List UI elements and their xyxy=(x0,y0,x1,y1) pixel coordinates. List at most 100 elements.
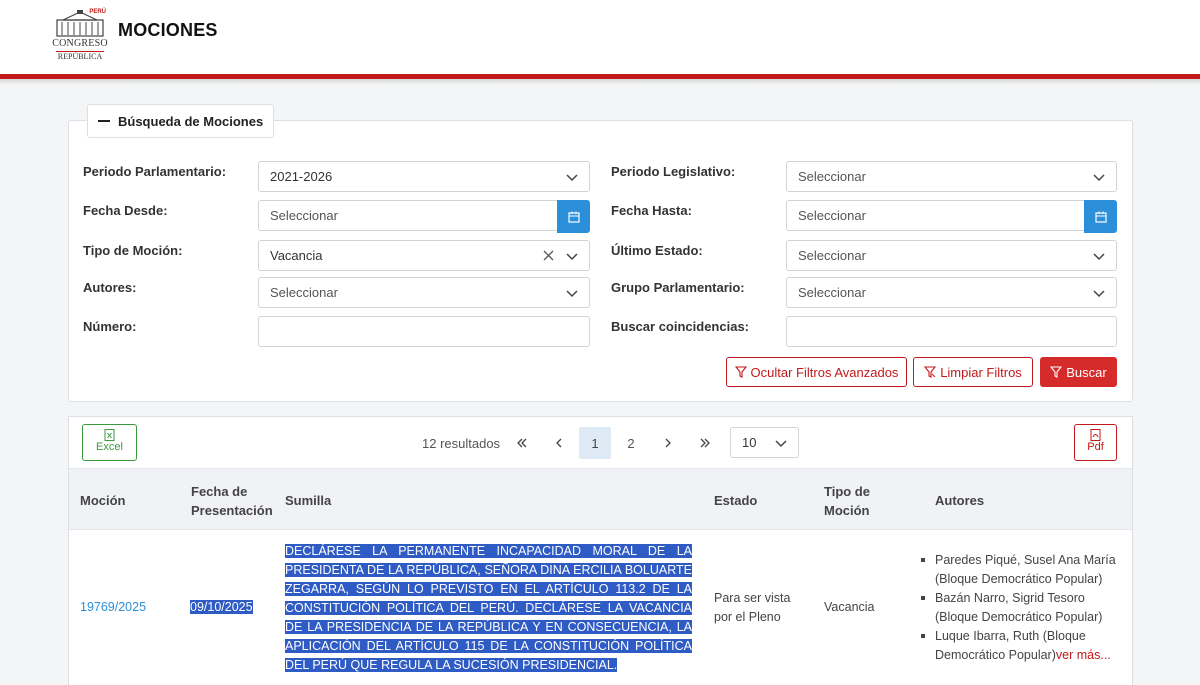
tipo-mocion-select[interactable]: Vacancia xyxy=(258,240,590,271)
fecha-hasta-calendar-button[interactable] xyxy=(1084,200,1117,233)
periodo-parlamentario-label: Periodo Parlamentario: xyxy=(83,164,227,179)
sumilla-value: DECLÁRESE LA PERMANENTE INCAPACIDAD MORA… xyxy=(285,544,692,672)
ocultar-filtros-label: Ocultar Filtros Avanzados xyxy=(750,364,899,380)
logo-congreso-text: CONGRESO xyxy=(52,38,108,49)
pdf-export-button[interactable]: Pdf xyxy=(1074,424,1117,461)
periodo-legislativo-placeholder: Seleccionar xyxy=(798,169,866,184)
logo-republica-text: REPÚBLICA xyxy=(57,52,103,61)
numero-input[interactable] xyxy=(258,316,590,347)
buscar-button[interactable]: Buscar xyxy=(1040,357,1117,387)
excel-export-button[interactable]: Excel xyxy=(82,424,137,461)
chevron-down-icon xyxy=(1093,290,1105,298)
chevron-down-icon xyxy=(775,440,787,448)
buscar-label: Buscar xyxy=(1066,364,1107,380)
ver-mas-link[interactable]: ver más... xyxy=(1056,648,1111,662)
ultimo-estado-select[interactable]: Seleccionar xyxy=(786,240,1117,271)
search-legend-toggle[interactable]: Búsqueda de Mociones xyxy=(87,104,275,138)
list-item: Luque Ibarra, Ruth (Bloque Democrático P… xyxy=(920,627,1120,665)
filter-icon xyxy=(734,366,747,378)
tipo-mocion-label: Tipo de Moción: xyxy=(83,243,183,258)
buscar-coincidencias-input[interactable] xyxy=(786,316,1117,347)
chevron-down-icon xyxy=(566,290,578,298)
numero-label: Número: xyxy=(83,319,137,334)
tipo-mocion-cell: Vacancia xyxy=(824,600,875,614)
periodo-legislativo-label: Periodo Legislativo: xyxy=(611,164,736,179)
limpiar-filtros-label: Limpiar Filtros xyxy=(940,364,1022,380)
autores-list: Paredes Piqué, Susel Ana María (Bloque D… xyxy=(920,551,1120,665)
fecha-desde-input[interactable]: Seleccionar xyxy=(258,200,590,233)
congreso-logo[interactable]: PERÚ CONGRESO REPÚBLICA xyxy=(52,8,108,62)
per-page-select[interactable]: 10 xyxy=(730,427,799,458)
periodo-parlamentario-select[interactable]: 2021-2026 xyxy=(258,161,590,192)
periodo-parlamentario-value: 2021-2026 xyxy=(270,169,333,184)
calendar-icon xyxy=(1094,211,1107,223)
ultimo-estado-placeholder: Seleccionar xyxy=(798,248,866,263)
first-page-button[interactable] xyxy=(506,427,538,459)
page-title: MOCIONES xyxy=(118,20,218,40)
page-1-button[interactable]: 1 xyxy=(579,427,611,459)
col-tipo-line1: Tipo de xyxy=(824,484,870,499)
mocion-link[interactable]: 19769/2025 xyxy=(80,598,146,617)
tipo-mocion-value: Vacancia xyxy=(270,248,323,263)
col-sumilla[interactable]: Sumilla xyxy=(285,491,331,510)
chevron-left-icon xyxy=(556,438,562,448)
col-estado[interactable]: Estado xyxy=(714,491,757,510)
double-chevron-right-icon xyxy=(700,438,710,448)
filter-icon xyxy=(1050,366,1063,378)
header: PERÚ CONGRESO REPÚBLICA MOCIONES xyxy=(0,0,1200,76)
col-tipo[interactable]: Tipo de Moción xyxy=(824,482,870,520)
grupo-parlamentario-select[interactable]: Seleccionar xyxy=(786,277,1117,308)
fecha-value: 09/10/2025 xyxy=(190,600,253,614)
next-page-button[interactable] xyxy=(652,427,684,459)
col-autores[interactable]: Autores xyxy=(935,491,984,510)
double-chevron-left-icon xyxy=(517,438,527,448)
fecha-presentacion: 09/10/2025 xyxy=(190,598,253,617)
pdf-file-icon xyxy=(1090,429,1101,441)
last-page-button[interactable] xyxy=(689,427,721,459)
fecha-hasta-label: Fecha Hasta: xyxy=(611,203,692,218)
per-page-value: 10 xyxy=(742,435,757,450)
list-item: Paredes Piqué, Susel Ana María (Bloque D… xyxy=(920,551,1120,589)
excel-label: Excel xyxy=(96,441,123,453)
pdf-label: Pdf xyxy=(1087,441,1104,453)
col-mocion[interactable]: Moción xyxy=(80,491,126,510)
fecha-desde-label: Fecha Desde: xyxy=(83,203,168,218)
fecha-hasta-input[interactable]: Seleccionar xyxy=(786,200,1117,233)
fecha-hasta-placeholder: Seleccionar xyxy=(798,208,866,223)
autores-label: Autores: xyxy=(83,280,137,295)
limpiar-filtros-button[interactable]: Limpiar Filtros xyxy=(913,357,1033,387)
chevron-down-icon xyxy=(566,174,578,182)
calendar-icon xyxy=(567,211,580,223)
excel-file-icon xyxy=(104,429,115,441)
periodo-legislativo-select[interactable]: Seleccionar xyxy=(786,161,1117,192)
filter-clear-icon xyxy=(924,366,937,378)
list-item: Bazán Narro, Sigrid Tesoro (Bloque Democ… xyxy=(920,589,1120,627)
estado-cell: Para ser vista por el Pleno xyxy=(714,589,790,627)
chevron-down-icon xyxy=(1093,253,1105,261)
estado-line2: por el Pleno xyxy=(714,610,781,624)
buscar-coincidencias-label: Buscar coincidencias: xyxy=(611,319,749,334)
fecha-desde-placeholder: Seleccionar xyxy=(270,208,338,223)
ocultar-filtros-button[interactable]: Ocultar Filtros Avanzados xyxy=(726,357,907,387)
grupo-parlamentario-placeholder: Seleccionar xyxy=(798,285,866,300)
col-fecha-line2: Presentación xyxy=(191,503,273,518)
estado-line1: Para ser vista xyxy=(714,591,791,605)
chevron-down-icon xyxy=(1093,174,1105,182)
fecha-desde-calendar-button[interactable] xyxy=(557,200,590,233)
clear-icon[interactable] xyxy=(542,249,555,262)
grupo-parlamentario-label: Grupo Parlamentario: xyxy=(611,280,745,295)
ultimo-estado-label: Último Estado: xyxy=(611,243,703,258)
autores-placeholder: Seleccionar xyxy=(270,285,338,300)
chevron-right-icon xyxy=(665,438,671,448)
chevron-down-icon xyxy=(566,253,578,261)
header-shadow xyxy=(0,79,1200,85)
page-2-button[interactable]: 2 xyxy=(615,427,647,459)
autores-select[interactable]: Seleccionar xyxy=(258,277,590,308)
col-fecha[interactable]: Fecha de Presentación xyxy=(191,482,273,520)
sumilla-text: DECLÁRESE LA PERMANENTE INCAPACIDAD MORA… xyxy=(285,542,692,675)
col-tipo-line2: Moción xyxy=(824,503,870,518)
prev-page-button[interactable] xyxy=(543,427,575,459)
logo-peru-text: PERÚ xyxy=(89,9,106,15)
search-legend-label: Búsqueda de Mociones xyxy=(118,113,264,129)
col-fecha-line1: Fecha de xyxy=(191,484,248,499)
